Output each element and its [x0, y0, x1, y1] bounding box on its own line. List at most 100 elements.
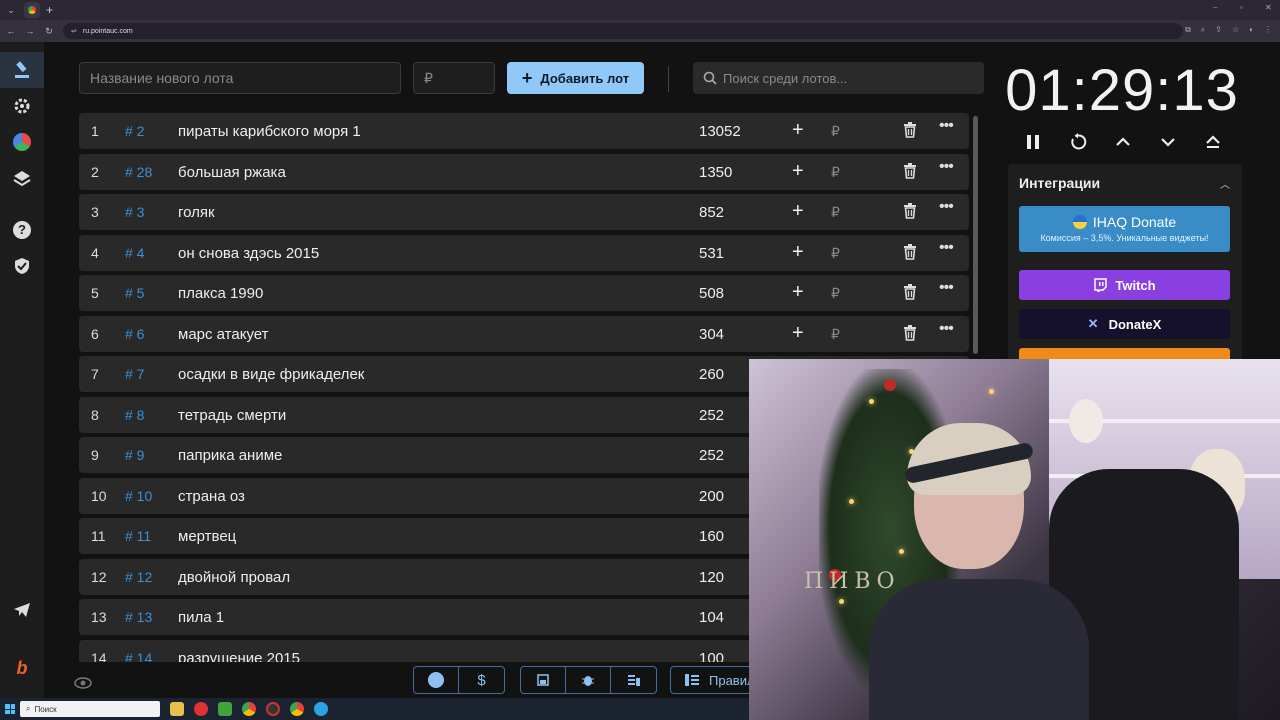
lot-search-input[interactable]	[717, 63, 984, 93]
chrome-icon-2[interactable]	[290, 702, 304, 716]
bug-report-button[interactable]	[566, 667, 611, 693]
save-button[interactable]	[521, 667, 566, 693]
reset-timer-button[interactable]	[1064, 128, 1092, 156]
sidebar-wheel-icon[interactable]	[0, 124, 44, 160]
sidebar-layers-icon[interactable]	[0, 160, 44, 196]
lot-currency-input[interactable]: ₽	[831, 285, 840, 302]
add-to-lot-icon[interactable]: +	[792, 120, 804, 140]
site-info-icon[interactable]: ⇌	[71, 27, 77, 35]
more-dots-icon[interactable]: •••	[939, 279, 954, 297]
new-tab-button[interactable]: +	[46, 4, 53, 16]
add-lot-button[interactable]: + Добавить лот	[507, 62, 644, 94]
lot-row[interactable]: 6 # 6 марс атакует 304 + ₽ •••	[79, 315, 969, 352]
collapse-chevron-icon[interactable]: ︿	[1220, 176, 1230, 191]
pause-button[interactable]	[1019, 128, 1047, 156]
lot-row[interactable]: 1 # 2 пираты карибского моря 1 13052 + ₽ •••	[79, 113, 969, 149]
lot-name[interactable]: марс атакует	[178, 326, 269, 343]
trash-icon[interactable]	[903, 243, 917, 265]
telegram-icon[interactable]	[314, 702, 328, 716]
windows-start-icon[interactable]	[0, 698, 20, 720]
lot-currency-input[interactable]: ₽	[831, 245, 840, 262]
lot-name[interactable]: тетрадь смерти	[178, 407, 286, 424]
lot-name[interactable]: голяк	[178, 204, 215, 221]
share-icon[interactable]: ⇪	[1215, 25, 1222, 35]
maximize-icon[interactable]: ▫	[1240, 3, 1243, 12]
add-time-button[interactable]	[1109, 128, 1137, 156]
more-dots-icon[interactable]: •••	[939, 117, 954, 135]
new-lot-name-input[interactable]	[79, 62, 401, 94]
donate-button[interactable]: $	[459, 667, 504, 693]
forward-icon[interactable]: →	[22, 26, 38, 36]
lot-name[interactable]: разрушение 2015	[178, 650, 300, 663]
trash-icon[interactable]	[903, 122, 917, 143]
bookmark-star-icon[interactable]: ☆	[1232, 25, 1239, 35]
more-dots-icon[interactable]: •••	[939, 239, 954, 257]
lot-row[interactable]: 5 # 5 плакса 1990 508 + ₽ •••	[79, 275, 969, 311]
browser-tab[interactable]	[24, 2, 40, 18]
lot-name[interactable]: он снова здэсь 2015	[178, 245, 319, 262]
collapse-timer-button[interactable]	[1199, 128, 1227, 156]
donatex-button[interactable]: ✕ DonateX	[1019, 309, 1230, 339]
trash-icon[interactable]	[903, 162, 917, 184]
back-icon[interactable]: ←	[3, 26, 19, 36]
lot-name[interactable]: осадки в виде фрикаделек	[178, 366, 364, 383]
sidebar-help-icon[interactable]: ?	[0, 212, 44, 248]
lot-search[interactable]	[693, 62, 984, 94]
lot-row[interactable]: 3 # 3 голяк 852 + ₽ •••	[79, 194, 969, 230]
trash-icon[interactable]	[903, 284, 917, 305]
browser-tabstrip: ⌄ + – ▫ ✕	[0, 0, 1280, 20]
lot-name[interactable]: паприка аниме	[178, 447, 282, 464]
lot-currency-input[interactable]: ₽	[831, 164, 840, 181]
minimize-icon[interactable]: –	[1213, 3, 1217, 12]
lot-name[interactable]: пираты карибского моря 1	[178, 123, 361, 140]
lot-name[interactable]: плакса 1990	[178, 285, 263, 302]
add-to-lot-icon[interactable]: +	[792, 282, 804, 302]
new-lot-amount-input[interactable]	[413, 62, 495, 94]
more-dots-icon[interactable]: •••	[939, 158, 954, 176]
lot-name[interactable]: двойной провал	[178, 569, 290, 586]
lot-name[interactable]: пила 1	[178, 609, 224, 626]
file-explorer-icon[interactable]	[170, 702, 184, 716]
more-dots-icon[interactable]: •••	[939, 198, 954, 216]
minecraft-icon[interactable]	[218, 702, 232, 716]
reload-icon[interactable]: ↻	[41, 26, 57, 37]
sidebar-shield-icon[interactable]	[0, 248, 44, 284]
more-dots-icon[interactable]: •••	[939, 320, 954, 338]
trash-icon[interactable]	[903, 324, 917, 346]
github-button[interactable]	[414, 667, 459, 693]
add-to-lot-icon[interactable]: +	[792, 323, 804, 343]
taskbar-search[interactable]: ⌕ Поиск	[20, 701, 160, 717]
chrome-icon[interactable]	[242, 702, 256, 716]
lot-name[interactable]: страна оз	[178, 488, 245, 505]
lot-name[interactable]: большая ржака	[178, 164, 286, 181]
visibility-eye-icon[interactable]	[74, 676, 92, 694]
tab-search-icon[interactable]: ⌄	[4, 3, 18, 17]
sidebar-settings-icon[interactable]	[0, 88, 44, 124]
subtract-time-button[interactable]	[1154, 128, 1182, 156]
twitch-button[interactable]: Twitch	[1019, 270, 1230, 300]
ihaq-donate-button[interactable]: IHAQ Donate Комиссия – 3,5%. Уникальные …	[1019, 206, 1230, 252]
zoom-icon[interactable]: ⌕	[1201, 25, 1205, 35]
obs-icon[interactable]	[266, 702, 280, 716]
sidebar-boosty-icon[interactable]: b	[0, 650, 44, 686]
lot-list-scrollbar[interactable]	[973, 116, 978, 354]
add-to-lot-icon[interactable]: +	[792, 201, 804, 221]
sidebar-telegram-icon[interactable]	[0, 592, 44, 628]
menu-dots-icon[interactable]: ⋮	[1264, 25, 1272, 35]
lot-currency-input[interactable]: ₽	[831, 123, 840, 140]
close-icon[interactable]: ✕	[1265, 3, 1272, 12]
lot-name[interactable]: мертвец	[178, 528, 236, 545]
url-field[interactable]: ⇌ ru.pointauc.com	[63, 23, 1183, 39]
clear-lots-button[interactable]	[611, 667, 656, 693]
translate-icon[interactable]: ⧉	[1185, 25, 1191, 35]
add-to-lot-icon[interactable]: +	[792, 161, 804, 181]
extension-icon[interactable]: ◐	[1249, 25, 1254, 35]
lot-currency-input[interactable]: ₽	[831, 204, 840, 221]
trash-icon[interactable]	[903, 203, 917, 224]
lot-row[interactable]: 4 # 4 он снова здэсь 2015 531 + ₽ •••	[79, 234, 969, 271]
opera-icon[interactable]	[194, 702, 208, 716]
add-to-lot-icon[interactable]: +	[792, 242, 804, 262]
lot-currency-input[interactable]: ₽	[831, 326, 840, 343]
sidebar-auction-icon[interactable]	[0, 52, 44, 88]
lot-row[interactable]: 2 # 28 большая ржака 1350 + ₽ •••	[79, 153, 969, 190]
